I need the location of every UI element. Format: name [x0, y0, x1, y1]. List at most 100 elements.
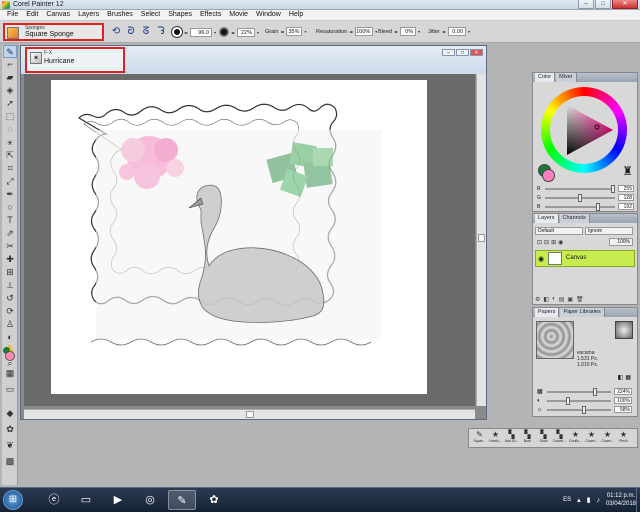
r-slider[interactable]	[545, 184, 615, 193]
horizontal-scroll-thumb[interactable]	[246, 411, 254, 418]
recent-brush-9[interactable]: ★ Coars...	[600, 430, 615, 446]
paper-contrast-value[interactable]: 100%	[614, 397, 632, 404]
close-button[interactable]: ✕	[612, 0, 638, 9]
invert-paper-icon[interactable]: ◧	[618, 374, 624, 381]
horizontal-scrollbar[interactable]	[24, 409, 475, 419]
paper-selector-icon[interactable]	[615, 321, 633, 339]
add-point-tool-icon[interactable]: ✚	[3, 253, 17, 266]
paper-brightness-knob[interactable]	[582, 405, 587, 414]
lock-layer-icon[interactable]: ⊡	[537, 239, 542, 246]
vertical-scroll-thumb[interactable]	[478, 234, 485, 242]
opacity-field[interactable]: 22%	[237, 27, 256, 37]
paper-scale-slider[interactable]	[547, 387, 611, 396]
tab-papers[interactable]: Papers	[535, 308, 560, 317]
explorer-taskbar-icon[interactable]: ▭	[72, 490, 100, 510]
tab-paper-libraries[interactable]: Paper Libraries	[560, 308, 605, 317]
eraser-tool-icon[interactable]: ▰	[3, 71, 17, 84]
paper-brightness-slider[interactable]	[547, 405, 611, 414]
pick-up-underlying-icon[interactable]: ⊞	[551, 239, 556, 246]
start-button[interactable]: ⊞	[3, 490, 23, 510]
paper-texture-preview[interactable]	[536, 321, 574, 359]
oval-tool-icon[interactable]: ○	[3, 201, 17, 214]
paper-selector-icon[interactable]: ▦	[3, 367, 17, 380]
bleed-dropdown-icon[interactable]: ▾	[418, 29, 420, 34]
menu-window[interactable]: Window	[252, 10, 285, 20]
menu-select[interactable]: Select	[137, 10, 164, 20]
main-color-chip[interactable]	[542, 169, 555, 182]
doc-close-button[interactable]: ✕	[470, 49, 483, 56]
transform-tool-icon[interactable]: ⤢	[3, 175, 17, 188]
paint-bucket-tool-icon[interactable]: ◈	[3, 84, 17, 97]
ie-taskbar-icon[interactable]: ⓔ	[40, 490, 68, 510]
b-slider-knob[interactable]	[595, 202, 600, 211]
menu-movie[interactable]: Movie	[225, 10, 252, 20]
paper-scale-value[interactable]: 224%	[614, 388, 632, 395]
bleed-field[interactable]: 0%	[400, 27, 417, 36]
r-value[interactable]: 255	[618, 185, 634, 192]
brush-selector[interactable]: Sponges Square Sponge	[3, 23, 104, 41]
new-layer-icon[interactable]: ▣	[567, 296, 573, 303]
preserve-transparency-icon[interactable]: ⊟	[544, 239, 549, 246]
resaturation-dropdown-icon[interactable]: ▾	[375, 29, 377, 34]
crop-tool-icon[interactable]: ⌗	[3, 162, 17, 175]
delete-layer-icon[interactable]: 🗑	[576, 296, 584, 303]
layer-adjuster-tool-icon[interactable]: ➚	[3, 97, 17, 110]
menu-layers[interactable]: Layers	[74, 10, 103, 20]
eye-icon[interactable]: ◉	[538, 255, 544, 263]
pattern-selector-icon[interactable]: ◆	[3, 407, 17, 420]
network-icon[interactable]: ▮	[587, 496, 591, 504]
brush-tool-icon[interactable]: ✎	[3, 45, 17, 58]
main-color-swatch[interactable]	[5, 351, 15, 361]
menu-help[interactable]: Help	[285, 10, 307, 20]
pen-tool-icon[interactable]: ✒	[3, 188, 17, 201]
media-player-taskbar-icon[interactable]: ▶	[104, 490, 132, 510]
lasso-tool-icon[interactable]: ◌	[3, 123, 17, 136]
layer-row-canvas[interactable]: ◉ Canvas	[535, 250, 635, 267]
language-indicator[interactable]: ES	[563, 497, 571, 503]
dropper-tool-icon[interactable]: ⌐	[3, 58, 17, 71]
size-field[interactable]: 96.0	[190, 27, 213, 37]
reset-tool-icon[interactable]: ⟲	[110, 26, 122, 38]
layer-commands-icon[interactable]: ⚙	[535, 296, 540, 303]
directional-grain-icon[interactable]: ▦	[625, 374, 631, 381]
document-tab[interactable]: ✶ F-X Hurricane	[25, 47, 125, 73]
burn-tool-icon[interactable]: ◐	[3, 331, 17, 344]
recent-brush-4[interactable]: ▚ Burn	[520, 430, 535, 446]
grain-dropdown-icon[interactable]: ▾	[304, 29, 306, 34]
look-selector-icon[interactable]: ❦	[3, 439, 17, 452]
minimize-button[interactable]: –	[578, 0, 594, 9]
menu-file[interactable]: File	[3, 10, 22, 20]
recent-brush-6[interactable]: ▚ Colore...	[552, 430, 567, 446]
layer-mask-icon[interactable]: ◐	[552, 296, 556, 303]
show-desktop-button[interactable]	[636, 488, 640, 512]
recent-brush-5[interactable]: ▚ Glow	[536, 430, 551, 446]
doc-maximize-button[interactable]: □	[456, 49, 469, 56]
tray-arrow-icon[interactable]: ▴	[577, 496, 581, 504]
canvas-paper[interactable]	[51, 80, 427, 394]
recent-brush-7[interactable]: ★ Conflu...	[568, 430, 583, 446]
b-value[interactable]: 192	[618, 203, 634, 210]
size-arrows-icon[interactable]: ◂▸	[184, 30, 188, 35]
doc-minimize-button[interactable]: –	[442, 49, 455, 56]
text-tool-icon[interactable]: T	[3, 214, 17, 227]
new-group-icon[interactable]: ▤	[559, 296, 565, 303]
grain-field[interactable]: 35%	[286, 27, 303, 36]
tab-layers[interactable]: Layers	[535, 214, 559, 223]
maximize-button[interactable]: □	[595, 0, 611, 9]
layer-opacity-field[interactable]: 100%	[609, 238, 633, 246]
paper-brightness-value[interactable]: 58%	[614, 406, 632, 413]
recent-brush-10[interactable]: ★ Pinch	[616, 430, 631, 446]
g-slider-knob[interactable]	[578, 193, 582, 202]
stroke-type-3-icon[interactable]: ᘊ	[155, 26, 167, 38]
nozzle-selector-icon[interactable]: ✿	[3, 423, 17, 436]
stroke-type-2-icon[interactable]: ᘔ	[140, 26, 152, 38]
rect-select-tool-icon[interactable]: ⬚	[3, 110, 17, 123]
hue-ring[interactable]	[541, 87, 627, 173]
canvas-area[interactable]	[24, 74, 475, 406]
opacity-dropdown-icon[interactable]: ▾	[257, 30, 259, 35]
menu-brushes[interactable]: Brushes	[103, 10, 137, 20]
scissors-tool-icon[interactable]: ✂	[3, 240, 17, 253]
chrome-taskbar-icon[interactable]: ◎	[136, 490, 164, 510]
gradient-selector-icon[interactable]: ▭	[3, 383, 17, 396]
clock[interactable]: 01:12 p.m. 03/04/2018	[606, 492, 636, 508]
